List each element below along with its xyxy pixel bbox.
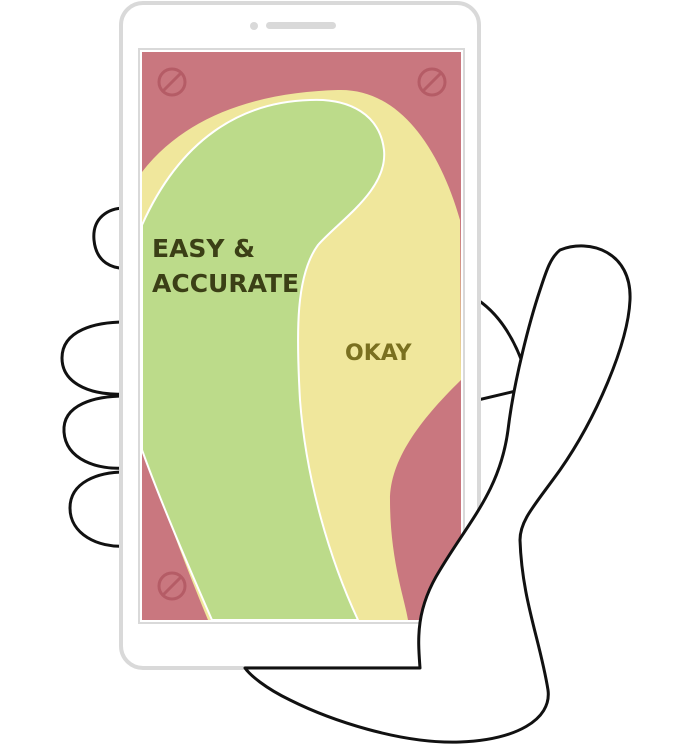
phone-screen: EASY & ACCURATE OKAY: [138, 48, 465, 624]
finger-4: [68, 470, 127, 548]
phone-camera: [250, 22, 258, 30]
phone-speaker: [266, 22, 336, 29]
easy-accurate-label-line2: ACCURATE: [152, 269, 299, 298]
okay-label: OKAY: [345, 341, 413, 366]
easy-accurate-label-line1: EASY &: [152, 234, 255, 263]
finger-3: [62, 394, 127, 470]
thumb-zone-illustration: EASY & ACCURATE OKAY: [60, 1, 632, 744]
finger-2: [60, 320, 127, 396]
